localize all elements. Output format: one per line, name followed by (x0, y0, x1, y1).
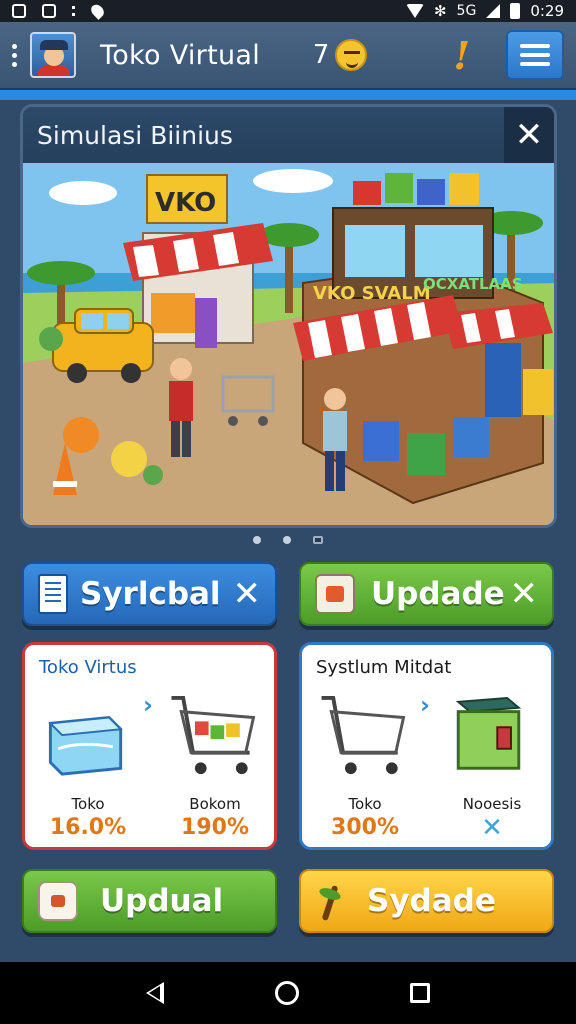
hero-header: Simulasi Biinius ✕ (23, 107, 554, 163)
chevron-right-icon: › (143, 691, 153, 719)
card-systlum-mitdat[interactable]: Systlum Mitdat › Toko 300% Nooesis ✕ (299, 642, 554, 850)
carousel-pager (0, 536, 576, 544)
machine-icon (455, 696, 522, 770)
wifi-icon (405, 4, 424, 18)
stat-value: 300% (331, 815, 399, 840)
sync-dismiss-icon[interactable]: ✕ (233, 574, 262, 614)
status-bar: ✻ 5G 0:29 (0, 0, 576, 22)
recents-icon[interactable] (410, 983, 431, 1003)
app-header: Toko Virtual 7 ! (0, 22, 576, 90)
notification-icon (12, 4, 26, 18)
box-icon (315, 574, 355, 614)
network-label: 5G (456, 3, 477, 19)
hero-card: Simulasi Biinius ✕ VKO VKO SVALM OCXATLA… (20, 104, 557, 528)
close-button[interactable]: ✕ (504, 107, 554, 163)
back-icon[interactable] (145, 982, 164, 1004)
card-title: Toko Virtus (39, 657, 137, 678)
coin-count: 7 (312, 40, 330, 70)
stat-label: Toko (348, 795, 382, 813)
stat-value: 190% (181, 815, 249, 840)
system-nav-bar (0, 962, 576, 1024)
sydade-label: Sydade (367, 883, 496, 919)
app-title: Toko Virtual (100, 39, 261, 71)
chevron-right-icon: › (420, 691, 430, 719)
aquarium-icon (48, 715, 123, 776)
torch-icon (315, 879, 345, 923)
update-button[interactable]: Updade ✕ (299, 562, 554, 626)
battery-icon (510, 3, 521, 19)
stat-label: Nooesis (462, 795, 522, 813)
sync-label: Syrlcbal (80, 576, 221, 612)
avatar[interactable] (30, 32, 76, 78)
store-sign-right: OCXATLAAS (423, 275, 523, 293)
die-icon (38, 881, 78, 921)
document-icon (38, 574, 68, 614)
store-sign-center: VKO SVALM (313, 283, 431, 304)
stat-label: Bokom (189, 795, 241, 813)
stat-status-icon: ✕ (481, 813, 503, 843)
kiosk-sign: VKO (155, 188, 216, 218)
sydade-button[interactable]: Sydade (299, 869, 554, 933)
location-icon (88, 2, 107, 20)
stat-label: Toko (71, 795, 105, 813)
home-icon[interactable] (274, 981, 299, 1005)
upload-label: Updual (100, 883, 224, 919)
cart-icon (321, 696, 406, 775)
more-icon (72, 6, 76, 16)
card-title: Systlum Mitdat (316, 657, 452, 678)
hero-title: Simulasi Biinius (37, 120, 233, 150)
coin-emoji-icon[interactable] (335, 39, 368, 71)
clock: 0:29 (530, 2, 564, 20)
pager-dot-active[interactable] (313, 536, 323, 544)
hamburger-menu-icon[interactable] (506, 30, 564, 80)
store-illustration: VKO VKO SVALM OCXATLAAS (23, 163, 554, 525)
header-accent-strip (0, 90, 576, 100)
pager-dot[interactable] (253, 536, 261, 544)
upload-button[interactable]: Updual (22, 869, 277, 933)
update-label: Updade (371, 576, 505, 612)
signal-icon (486, 4, 501, 18)
sync-button[interactable]: Syrlcbal ✕ (22, 562, 277, 626)
bluetooth-icon: ✻ (433, 2, 447, 20)
stat-value: 16.0% (49, 815, 127, 840)
pager-dot[interactable] (283, 536, 291, 544)
cart-icon (171, 696, 256, 775)
kebab-menu-icon[interactable] (12, 43, 18, 67)
alert-icon[interactable]: ! (453, 33, 470, 78)
card-toko-virtus[interactable]: Toko Virtus › Toko 16.0% Bokom 190% (22, 642, 277, 850)
messages-icon (42, 4, 56, 18)
update-dismiss-icon[interactable]: ✕ (510, 574, 539, 614)
